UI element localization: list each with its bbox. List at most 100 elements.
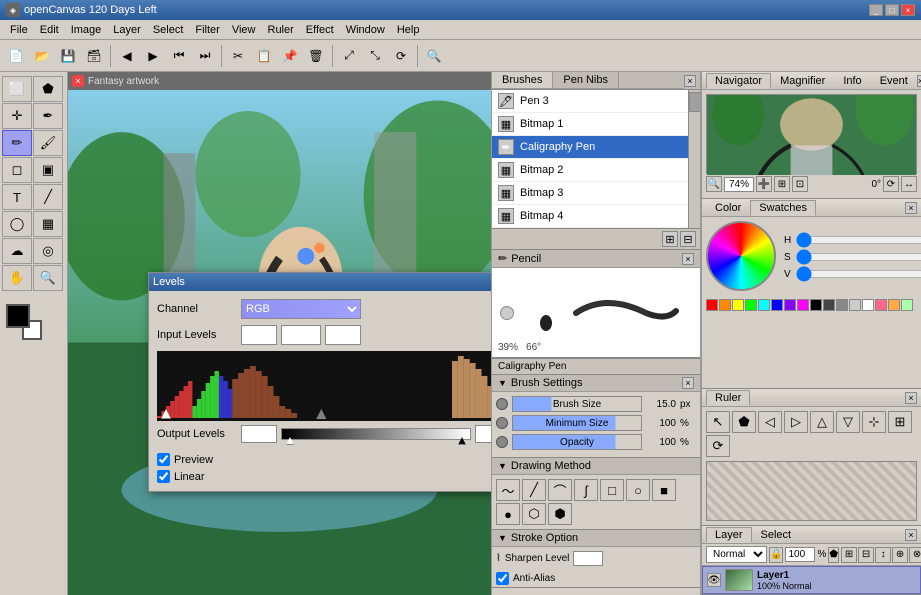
navigator-close[interactable]: × [917,75,921,87]
color-close[interactable]: × [905,202,917,214]
output-slider-min[interactable] [286,437,294,445]
brush-item-pen3[interactable]: 🖊 Pen 3 [492,90,688,113]
magnifier-tab[interactable]: Magnifier [771,73,834,89]
layer-btn-a[interactable]: ⊞ [841,547,857,563]
draw-btn-custom1[interactable]: ⬡ [522,503,546,525]
resize-button[interactable]: ⤡ [363,44,387,68]
ruler-btn-6[interactable]: ▽ [836,411,860,433]
output-slider[interactable] [281,428,471,440]
move-tool[interactable]: ✛ [2,103,32,129]
ruler-close[interactable]: × [905,392,917,404]
menu-select[interactable]: Select [147,22,190,38]
swatch-red[interactable] [706,299,718,311]
pencil-close[interactable]: × [682,253,694,265]
val-slider[interactable] [796,269,921,279]
draw-btn-custom2[interactable]: ⬢ [548,503,572,525]
input-mid[interactable]: 1.00 [281,325,321,345]
opacity-bar[interactable]: Opacity [512,434,642,450]
save-button[interactable]: 💾 [56,44,80,68]
layer-btn-b[interactable]: ⊟ [858,547,874,563]
redo-button[interactable]: ▶ [141,44,165,68]
nav-zoom-out-button[interactable]: 🔍 [706,176,722,192]
layer-opacity-input[interactable] [785,547,815,562]
layer-option-button[interactable]: ⬟ [828,547,839,563]
output-slider-max[interactable] [458,437,466,445]
layer-btn-d[interactable]: ⊕ [892,547,908,563]
layer-vis-button[interactable]: 👁 [707,573,721,587]
draw-btn-curve2[interactable]: ∫ [574,479,598,501]
select-tab[interactable]: Select [752,527,801,543]
brush-copy-button[interactable]: ⊞ [662,231,678,247]
brush-size-bar[interactable]: Brush Size [512,396,642,412]
ruler-btn-2[interactable]: ⬟ [732,411,756,433]
swatch-orange[interactable] [719,299,731,311]
swatch-pink[interactable] [875,299,887,311]
input-max[interactable]: 255 [325,325,361,345]
nav-zoom-in-button[interactable]: ➕ [756,176,772,192]
fill-tool[interactable]: ▣ [33,157,63,183]
nav-flip-button[interactable]: ↔ [901,176,917,192]
transform-button[interactable]: ⟳ [389,44,413,68]
info-tab[interactable]: Info [834,73,870,89]
draw-btn-curve1[interactable]: ⌒ [548,479,572,501]
swatch-magenta[interactable] [797,299,809,311]
menu-image[interactable]: Image [65,22,108,38]
close-button[interactable]: × [901,4,915,16]
undo-button[interactable]: ◀ [115,44,139,68]
layer-btn-c[interactable]: ↕ [875,547,891,563]
menu-layer[interactable]: Layer [107,22,147,38]
swatch-darkgray[interactable] [823,299,835,311]
eraser-tool[interactable]: ◻ [2,157,32,183]
brushes-close-button[interactable]: × [684,75,696,87]
brush-item-bitmap2[interactable]: ▦ Bitmap 2 [492,159,688,182]
ruler-btn-3[interactable]: ◁ [758,411,782,433]
layer-btn-e[interactable]: ⊗ [909,547,921,563]
stroke-option-header[interactable]: ▼ Stroke Option [492,530,700,547]
menu-window[interactable]: Window [340,22,391,38]
menu-filter[interactable]: Filter [189,22,225,38]
eyedropper-tool[interactable]: ✒ [33,103,63,129]
ruler-btn-4[interactable]: ▷ [784,411,808,433]
menu-help[interactable]: Help [391,22,426,38]
minimize-button[interactable]: _ [869,4,883,16]
event-tab[interactable]: Event [871,73,917,89]
swatch-lightgray[interactable] [849,299,861,311]
swatch-black[interactable] [810,299,822,311]
zoom-tool[interactable]: 🔍 [33,265,63,291]
fg-color-swatch[interactable] [6,304,30,328]
brush-item-bitmap3[interactable]: ▦ Bitmap 3 [492,182,688,205]
preview-play-button[interactable] [500,306,514,320]
select-tool[interactable]: ⬜ [2,76,32,102]
scroll-thumb[interactable] [689,92,701,112]
swatch-yellow[interactable] [732,299,744,311]
move-button[interactable]: ⤢ [337,44,361,68]
opacity-dot[interactable] [496,436,508,448]
swatches-tab[interactable]: Swatches [750,200,816,216]
ruler-btn-8[interactable]: ⊞ [888,411,912,433]
step-forward-button[interactable]: ⏭ [193,44,217,68]
ruler-btn-7[interactable]: ⊹ [862,411,886,433]
brush-delete-button[interactable]: ⊟ [680,231,696,247]
menu-effect[interactable]: Effect [300,22,340,38]
output-min-input[interactable]: 0 [241,425,277,443]
swatch-peach[interactable] [888,299,900,311]
brush-settings-header[interactable]: ▼ Brush Settings × [492,375,700,392]
hue-slider[interactable] [796,235,921,245]
shape-tool[interactable]: ◯ [2,211,32,237]
brush-scrollbar[interactable] [688,90,700,228]
swatch-green[interactable] [745,299,757,311]
draw-btn-circle[interactable]: ○ [626,479,650,501]
cut-button[interactable]: ✂ [226,44,250,68]
layer-lock-button[interactable]: 🔒 [769,547,783,563]
smudge-tool[interactable]: ☁ [2,238,32,264]
ruler-btn-9[interactable]: ⟳ [706,435,730,457]
ruler-tab[interactable]: Ruler [706,390,750,406]
blend-mode-select[interactable]: Normal Multiply Screen Overlay [706,546,767,563]
color-tab[interactable]: Color [706,200,750,216]
open-button[interactable]: 📂 [30,44,54,68]
layer-row-1[interactable]: 👁 Layer1 100% Normal [702,566,921,594]
layer-tab[interactable]: Layer [706,527,752,543]
layer-close[interactable]: × [905,529,917,541]
drawing-method-header[interactable]: ▼ Drawing Method [492,458,700,475]
copy-button[interactable]: 📋 [252,44,276,68]
